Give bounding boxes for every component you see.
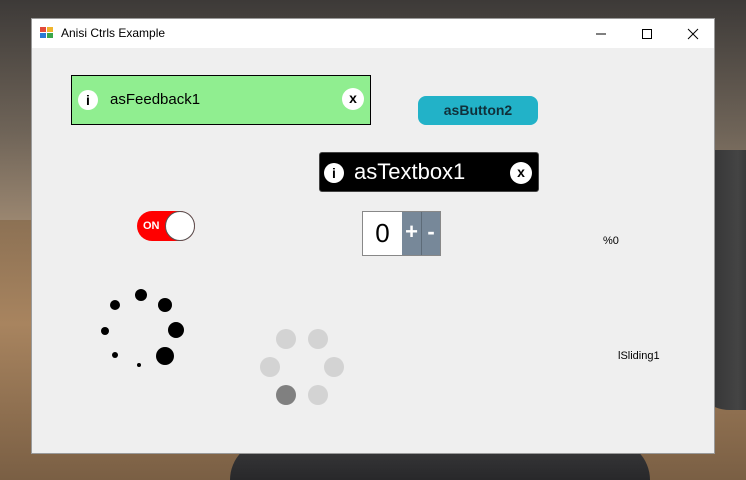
textbox[interactable]: i asTextbox1 x [319, 152, 539, 192]
spinner-dot [276, 329, 296, 349]
sliding-label: lSliding1 [618, 350, 660, 362]
feedback-label: asFeedback1 [110, 91, 201, 108]
on-off-toggle[interactable]: ON [137, 211, 195, 241]
minimize-button[interactable] [578, 19, 624, 48]
spinner-dot [260, 357, 280, 377]
quantity-stepper: 0 + - [362, 211, 441, 256]
minimize-icon [596, 33, 606, 35]
spinner-dot [110, 300, 120, 310]
spinner-dot [168, 322, 184, 338]
textbox-clear-button[interactable]: x [510, 162, 532, 184]
spinner-dot [101, 327, 109, 335]
feedback-panel: i asFeedback1 x [71, 75, 371, 125]
stepper-value[interactable]: 0 [363, 212, 402, 255]
spinner-dot [324, 357, 344, 377]
close-button[interactable] [670, 19, 716, 48]
textbox-value[interactable]: asTextbox1 [354, 159, 465, 185]
spinner-dot [276, 385, 296, 405]
decrement-button[interactable]: - [422, 212, 440, 255]
toggle-knob[interactable] [165, 211, 195, 241]
progress-percent-label: %0 [603, 235, 619, 247]
toggle-state-label: ON [143, 220, 160, 232]
spinner-dot [308, 385, 328, 405]
maximize-icon [642, 29, 652, 39]
spinner-dot [308, 329, 328, 349]
info-icon: i [324, 163, 344, 183]
maximize-button[interactable] [624, 19, 670, 48]
app-window: Anisi Ctrls Example i asFeedback1 x asBu… [31, 18, 715, 454]
app-icon [40, 27, 54, 39]
increment-button[interactable]: + [402, 212, 422, 255]
spinner-dot [137, 363, 141, 367]
title-bar[interactable]: Anisi Ctrls Example [32, 19, 714, 48]
spinner-dot [158, 298, 172, 312]
spinner-dot [112, 352, 118, 358]
window-title: Anisi Ctrls Example [61, 26, 166, 40]
spinner-dot [156, 347, 174, 365]
spinner-dot [135, 289, 147, 301]
info-icon: i [78, 90, 98, 110]
as-button[interactable]: asButton2 [418, 96, 538, 125]
feedback-close-button[interactable]: x [342, 88, 364, 110]
close-icon [687, 28, 699, 40]
